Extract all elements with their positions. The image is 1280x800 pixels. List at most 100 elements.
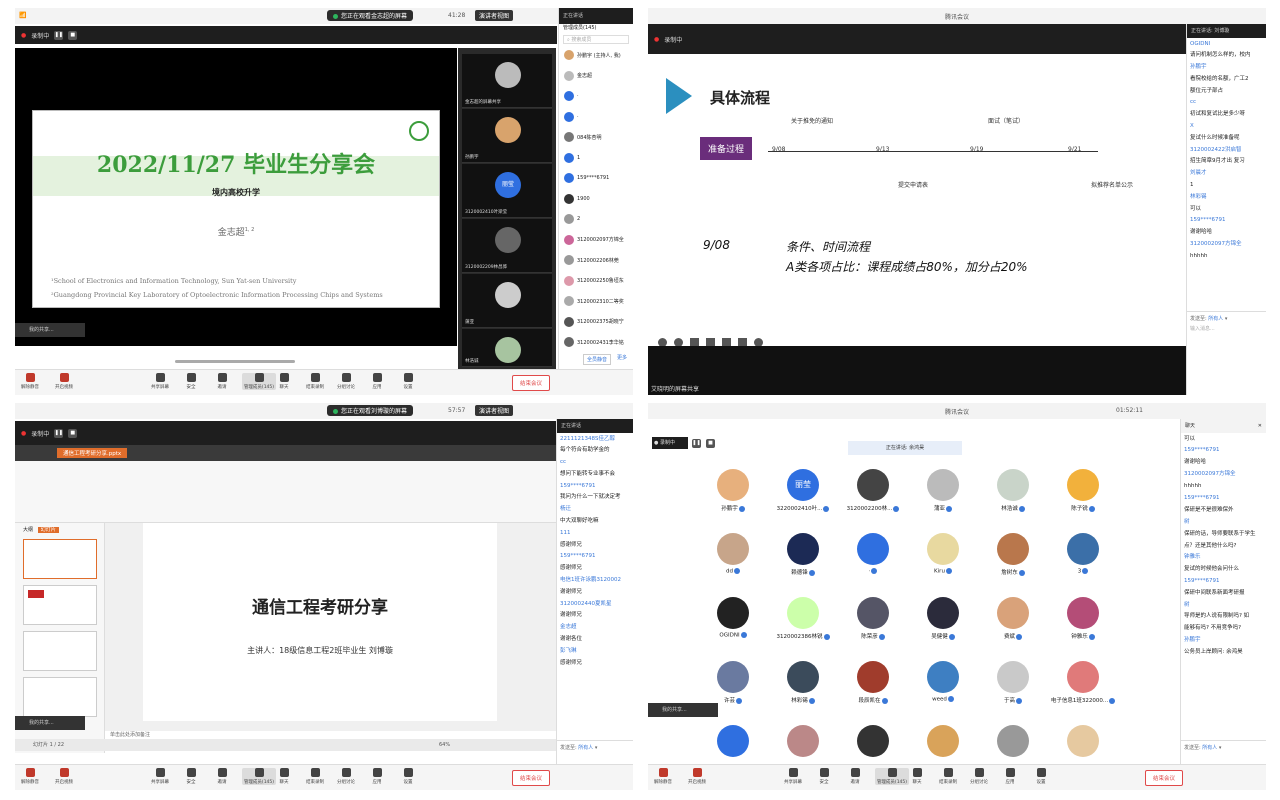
member-row[interactable]: 3120002250鲁垣东 xyxy=(559,271,633,292)
zoom-level[interactable]: 64% xyxy=(439,739,450,751)
participant-tile[interactable]: weed xyxy=(908,661,978,713)
member-row[interactable]: · xyxy=(559,86,633,107)
participant-tile[interactable]: 费斌 xyxy=(978,597,1048,649)
more-button[interactable]: 更多 xyxy=(617,354,627,365)
chat-input[interactable]: 输入消息... xyxy=(1190,325,1263,332)
member-row[interactable]: 1900 xyxy=(559,189,633,210)
end-meeting-button[interactable]: 结束会议 xyxy=(1144,770,1183,786)
mute-button[interactable]: 解除静音 xyxy=(652,768,674,785)
breakout-button[interactable]: 分组讨论 xyxy=(968,768,990,785)
video-tile[interactable]: 3120002209林昌骅 xyxy=(462,219,552,273)
participant-tile[interactable]: 蒲亚 xyxy=(908,469,978,521)
participant-tile[interactable]: 孙鹏宇 xyxy=(698,469,768,521)
end-meeting-button[interactable]: 结束会议 xyxy=(511,770,550,786)
settings-button[interactable]: 设置 xyxy=(397,373,419,390)
participant-tile[interactable]: 钟雅乐 xyxy=(1048,597,1118,649)
send-to-selector[interactable]: 发送至: 所有人 ▾ 输入消息... xyxy=(1187,311,1266,335)
view-mode-button[interactable]: 演讲者视图 xyxy=(475,405,514,416)
participant-tile[interactable]: 陈荣彦 xyxy=(838,597,908,649)
member-row[interactable]: 3120002431李华铭 xyxy=(559,332,633,353)
stop-recording-button[interactable]: ■ xyxy=(706,439,715,448)
member-row[interactable]: 3120002310二等奖 xyxy=(559,291,633,312)
share-screen-button[interactable]: 共享屏幕 xyxy=(149,768,171,785)
chat-button[interactable]: 聊天 xyxy=(273,373,295,390)
member-row[interactable]: 3120002206林莞 xyxy=(559,250,633,271)
participant-tile[interactable]: 林浩诚 xyxy=(978,469,1048,521)
recording-button[interactable]: 结束录制 xyxy=(304,768,326,785)
recording-button[interactable]: 结束录制 xyxy=(304,373,326,390)
pause-recording-button[interactable]: ❚❚ xyxy=(54,428,64,438)
mute-all-button[interactable]: 全员静音 xyxy=(583,354,612,365)
chat-button[interactable]: 聊天 xyxy=(906,768,928,785)
slide-thumbnail[interactable] xyxy=(23,539,97,579)
participant-tile[interactable]: dd xyxy=(698,533,768,585)
participant-tile[interactable]: 吴健健 xyxy=(908,597,978,649)
participant-tile[interactable]: 3 xyxy=(1048,533,1118,585)
chat-button[interactable]: 聊天 xyxy=(273,768,295,785)
member-row[interactable]: 159****6791 xyxy=(559,168,633,189)
participant-tile[interactable]: 林彩锡 xyxy=(768,661,838,713)
member-row[interactable]: 1 xyxy=(559,148,633,169)
invite-button[interactable]: 邀请 xyxy=(211,768,233,785)
participant-tile[interactable]: 电子信息1班322000... xyxy=(1048,661,1118,713)
send-to-selector[interactable]: 发送至: 所有人 ▾ xyxy=(1181,740,1266,764)
member-row[interactable]: 2 xyxy=(559,209,633,230)
video-button[interactable]: 开启视频 xyxy=(686,768,708,785)
member-row[interactable]: 084陈杏明 xyxy=(559,127,633,148)
slide-thumbnail[interactable] xyxy=(23,677,97,717)
participant-tile[interactable]: 3120002200林... xyxy=(838,469,908,521)
self-view-mini[interactable]: 我的共享... xyxy=(15,323,85,337)
participant-tile[interactable]: 3120002386林锐 xyxy=(768,597,838,649)
member-row[interactable]: 3120002375胡晓宁 xyxy=(559,312,633,333)
ppt-file-tab[interactable]: 通信工程考研分享.pptx xyxy=(57,448,128,458)
video-button[interactable]: 开启视频 xyxy=(53,768,75,785)
notes-hint[interactable]: 单击此处添加备注 xyxy=(110,731,150,738)
slide-thumbnail[interactable] xyxy=(23,585,97,625)
video-button[interactable]: 开启视频 xyxy=(53,373,75,390)
participant-tile[interactable]: 詹树东 xyxy=(978,533,1048,585)
settings-button[interactable]: 设置 xyxy=(1030,768,1052,785)
mute-button[interactable]: 解除静音 xyxy=(19,768,41,785)
security-button[interactable]: 安全 xyxy=(180,373,202,390)
breakout-button[interactable]: 分组讨论 xyxy=(335,768,357,785)
share-screen-button[interactable]: 共享屏幕 xyxy=(149,373,171,390)
participant-tile[interactable]: 陈子锐 xyxy=(1048,469,1118,521)
participant-tile[interactable]: 赖德锋 xyxy=(768,533,838,585)
member-row[interactable]: · xyxy=(559,107,633,128)
video-tile[interactable]: 孙鹏宇 xyxy=(462,109,552,163)
view-mode-button[interactable]: 演讲者视图 xyxy=(475,10,514,21)
self-view-mini[interactable]: 我的共享... xyxy=(15,716,85,730)
close-icon[interactable]: ✕ xyxy=(1258,419,1262,433)
manage-members-button[interactable]: 管理成员(145) xyxy=(242,768,276,785)
pause-recording-button[interactable]: ❚❚ xyxy=(54,30,64,40)
end-meeting-button[interactable]: 结束会议 xyxy=(511,375,550,391)
breakout-button[interactable]: 分组讨论 xyxy=(335,373,357,390)
apps-button[interactable]: 应用 xyxy=(999,768,1021,785)
member-row[interactable]: 孙鹏宇 (主持人, 我) xyxy=(559,45,633,66)
apps-button[interactable]: 应用 xyxy=(366,768,388,785)
stop-recording-button[interactable]: ■ xyxy=(68,428,78,438)
apps-button[interactable]: 应用 xyxy=(366,373,388,390)
video-tile[interactable]: 蒲亚 xyxy=(462,274,552,328)
video-tile[interactable]: 丽莹 3120002410叶梁莹 xyxy=(462,164,552,218)
share-banner[interactable]: 您正在观看金志超的屏幕 xyxy=(327,10,414,21)
security-button[interactable]: 安全 xyxy=(813,768,835,785)
invite-button[interactable]: 邀请 xyxy=(211,373,233,390)
participant-tile[interactable]: 于高 xyxy=(978,661,1048,713)
thumb-tabs[interactable]: 大纲 幻灯片 xyxy=(15,523,104,536)
video-tile[interactable]: 金志超的屏幕共享 xyxy=(462,54,552,108)
security-button[interactable]: 安全 xyxy=(180,768,202,785)
participant-tile[interactable]: Kiru xyxy=(908,533,978,585)
invite-button[interactable]: 邀请 xyxy=(844,768,866,785)
manage-members-button[interactable]: 管理成员(145) xyxy=(242,373,276,390)
pause-recording-button[interactable]: ❚❚ xyxy=(692,439,701,448)
recording-button[interactable]: 结束录制 xyxy=(937,768,959,785)
participant-tile[interactable]: · xyxy=(838,533,908,585)
video-tile[interactable]: 林浩诚 xyxy=(462,329,552,367)
send-to-selector[interactable]: 发送至: 所有人 ▾ xyxy=(557,740,633,764)
settings-button[interactable]: 设置 xyxy=(397,768,419,785)
participant-tile[interactable]: OGIDNI xyxy=(698,597,768,649)
share-screen-button[interactable]: 共享屏幕 xyxy=(782,768,804,785)
participant-tile[interactable]: 丽莹 3220002410叶... xyxy=(768,469,838,521)
members-search-input[interactable]: ⌕ 搜索成员 xyxy=(563,35,629,44)
